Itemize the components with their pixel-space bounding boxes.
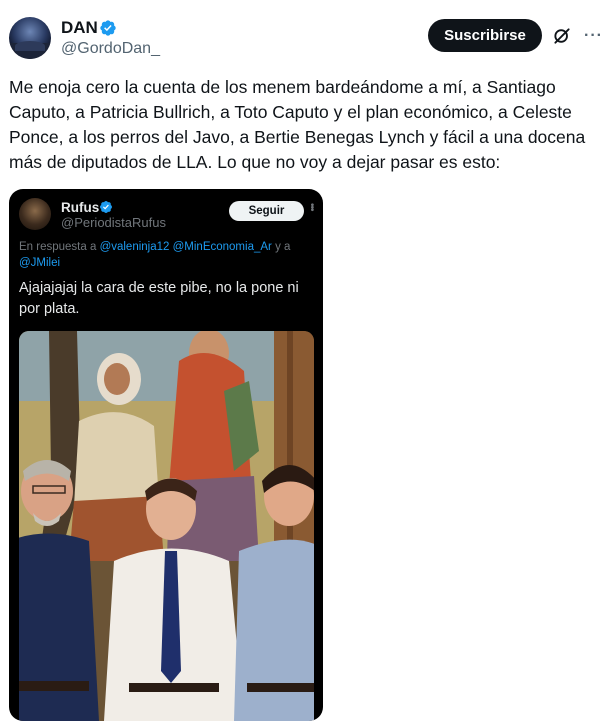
mention-link[interactable]: @valeninja12 — [100, 241, 170, 253]
quoted-author-avatar[interactable] — [19, 198, 51, 230]
grok-icon[interactable] — [552, 26, 572, 46]
quoted-author-name[interactable]: Rufus — [61, 200, 99, 215]
quoted-tweet[interactable]: Rufus @PeriodistaRufus Seguir ••• En res… — [9, 189, 323, 721]
reply-prefix: En respuesta a — [19, 241, 97, 253]
quoted-verified-badge-icon — [100, 201, 112, 213]
more-icon[interactable]: ··· — [584, 27, 603, 45]
reply-connector: y a — [275, 241, 291, 253]
mention-link[interactable]: @JMilei — [19, 257, 60, 269]
author-handle[interactable]: @GordoDan_ — [61, 40, 160, 58]
author-name[interactable]: DAN — [61, 18, 98, 38]
author-avatar[interactable] — [9, 17, 51, 59]
quoted-more-icon[interactable]: ••• — [306, 203, 317, 211]
verified-badge-icon — [100, 20, 116, 36]
quoted-author-handle[interactable]: @PeriodistaRufus — [61, 215, 166, 230]
attached-photo[interactable] — [19, 331, 314, 721]
follow-button[interactable]: Seguir — [229, 201, 304, 221]
reply-context: En respuesta a @valeninja12 @MinEconomia… — [19, 239, 319, 271]
mention-link[interactable]: @MinEconomia_Ar — [173, 241, 272, 253]
quoted-tweet-text: Ajajajajaj la cara de este pibe, no la p… — [19, 280, 299, 317]
tweet-text: Me enoja cero la cuenta de los menem bar… — [9, 77, 586, 172]
subscribe-button[interactable]: Suscribirse — [428, 19, 542, 52]
